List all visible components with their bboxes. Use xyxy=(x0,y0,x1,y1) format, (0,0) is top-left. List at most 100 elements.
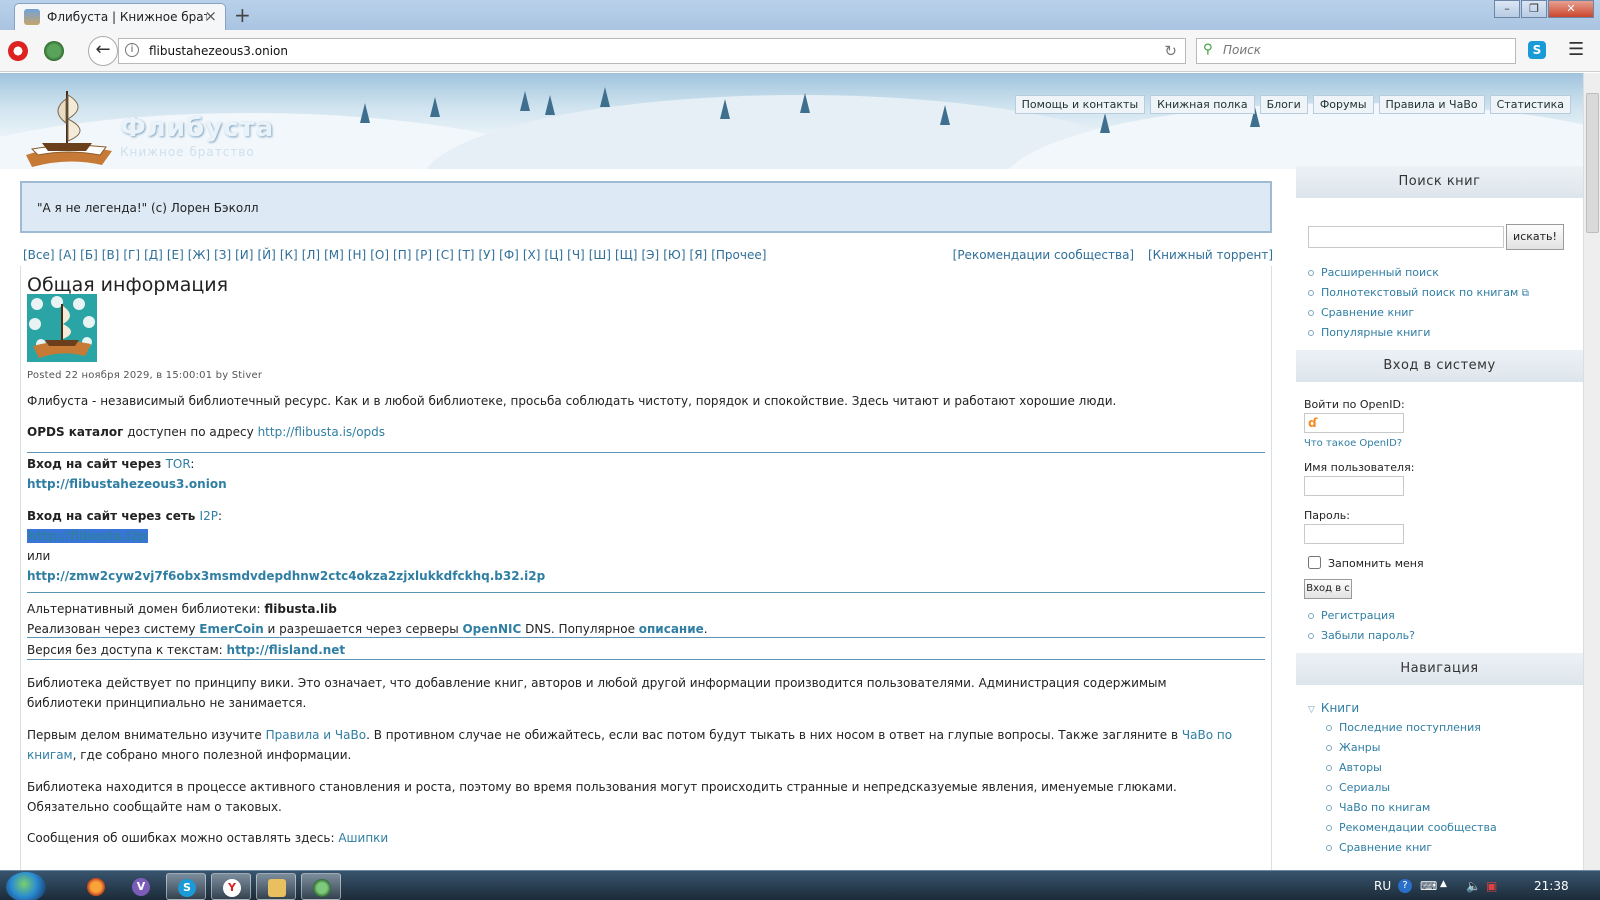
site-logo-ship-icon[interactable] xyxy=(22,85,114,169)
alphabet-letter-link[interactable]: [Ф] xyxy=(499,248,519,262)
alphabet-letter-link[interactable]: [Я] xyxy=(690,248,708,262)
opennic-link[interactable]: OpenNIC xyxy=(462,622,521,636)
faq-books-link-cont[interactable]: книгам xyxy=(27,748,73,762)
alphabet-letter-link[interactable]: [И] xyxy=(235,248,253,262)
alphabet-letter-link[interactable]: [С] xyxy=(436,248,454,262)
compare-books-link[interactable]: Сравнение книг xyxy=(1308,306,1414,319)
alphabet-letter-link[interactable]: [Ш] xyxy=(589,248,611,262)
alphabet-letter-link[interactable]: [П] xyxy=(393,248,411,262)
i2p-url2-link[interactable]: http://zmw2cyw2vj7f6obx3msmdvdepdhnw2ctc… xyxy=(27,569,545,583)
taskbar-yandex[interactable]: Y xyxy=(211,873,251,900)
top-tab-forums[interactable]: Форумы xyxy=(1312,95,1374,114)
alphabet-letter-link[interactable]: [Д] xyxy=(144,248,163,262)
alphabet-letter-link[interactable]: [А] xyxy=(59,248,77,262)
errors-link[interactable]: Ашипки xyxy=(338,831,388,845)
page-scrollbar[interactable] xyxy=(1583,73,1600,870)
network-icon[interactable]: ▣ xyxy=(1486,879,1497,893)
remember-me-checkbox[interactable] xyxy=(1308,556,1321,569)
alphabet-letter-link[interactable]: [З] xyxy=(214,248,231,262)
browser-tab[interactable]: Флибуста | Книжное брат... × xyxy=(14,3,226,30)
nav-latest[interactable]: Последние поступления xyxy=(1326,721,1481,734)
username-field[interactable] xyxy=(1304,476,1404,496)
new-tab-icon[interactable]: + xyxy=(234,3,251,27)
tor-link[interactable]: TOR xyxy=(166,457,191,471)
community-recommendations-link[interactable]: [Рекомендации сообщества] xyxy=(953,248,1134,262)
top-tab-rules[interactable]: Правила и ЧаВо xyxy=(1378,95,1485,114)
alphabet-letter-link[interactable]: [Е] xyxy=(167,248,184,262)
alphabet-letter-link[interactable]: [Л] xyxy=(302,248,320,262)
nav-books[interactable]: ▽ Книги xyxy=(1308,701,1359,715)
alphabet-letter-link[interactable]: [Г] xyxy=(123,248,140,262)
browser-search-box[interactable]: ⚲ xyxy=(1196,38,1516,64)
i2p-url-link[interactable]: http://flibusta.i2p xyxy=(27,529,148,543)
password-field[interactable] xyxy=(1304,524,1404,544)
openid-help-link[interactable]: Что такое OpenID? xyxy=(1304,438,1402,449)
tray-expand-icon[interactable]: ▲ xyxy=(1440,879,1447,889)
login-button[interactable]: Вход в с xyxy=(1304,579,1352,599)
taskbar-viber[interactable]: V xyxy=(121,873,161,900)
book-search-input[interactable] xyxy=(1308,226,1504,248)
taskbar-explorer[interactable] xyxy=(256,873,296,900)
site-name[interactable]: Флибуста xyxy=(120,113,274,143)
tor-url-link[interactable]: http://flibustahezeous3.onion xyxy=(27,477,227,491)
top-tab-bookshelf[interactable]: Книжная полка xyxy=(1150,95,1255,114)
flisland-link[interactable]: http://flisland.net xyxy=(227,643,346,657)
book-torrent-link[interactable]: [Книжный торрент] xyxy=(1148,248,1273,262)
reload-icon[interactable]: ↻ xyxy=(1164,42,1177,60)
alphabet-letter-link[interactable]: [Ч] xyxy=(567,248,585,262)
minimize-button[interactable]: – xyxy=(1494,0,1520,18)
keyboard-icon[interactable]: ⌨ xyxy=(1420,879,1437,893)
clock[interactable]: 21:38 xyxy=(1534,879,1569,893)
advanced-search-link[interactable]: Расширенный поиск xyxy=(1308,266,1439,279)
skype-icon[interactable]: S xyxy=(1528,41,1546,59)
register-link[interactable]: Регистрация xyxy=(1308,609,1395,622)
alphabet-letter-link[interactable]: [Щ] xyxy=(615,248,638,262)
alphabet-letter-link[interactable]: [Все] xyxy=(23,248,55,262)
alphabet-letter-link[interactable]: [Т] xyxy=(458,248,475,262)
alphabet-letter-link[interactable]: [Р] xyxy=(415,248,432,262)
fulltext-search-link[interactable]: Полнотекстовый поиск по книгам ⧉ xyxy=(1308,286,1529,299)
popular-books-link[interactable]: Популярные книги xyxy=(1308,326,1430,339)
forgot-password-link[interactable]: Забыли пароль? xyxy=(1308,629,1415,642)
alphabet-letter-link[interactable]: [Э] xyxy=(641,248,659,262)
description-link[interactable]: описание xyxy=(639,622,704,636)
top-tab-stats[interactable]: Статистика xyxy=(1489,95,1571,114)
nav-series[interactable]: Сериалы xyxy=(1326,781,1390,794)
alphabet-letter-link[interactable]: [В] xyxy=(102,248,120,262)
alphabet-letter-link[interactable]: [Ю] xyxy=(663,248,685,262)
faq-books-link[interactable]: ЧаВо по xyxy=(1182,728,1232,742)
language-indicator[interactable]: RU xyxy=(1374,879,1391,893)
alphabet-letter-link[interactable]: [Ж] xyxy=(188,248,210,262)
taskbar-tor-browser[interactable] xyxy=(301,873,341,900)
nav-genres[interactable]: Жанры xyxy=(1326,741,1380,754)
emercoin-link[interactable]: EmerCoin xyxy=(199,622,263,636)
taskbar-firefox[interactable] xyxy=(76,873,116,900)
start-button[interactable] xyxy=(6,872,46,900)
browser-search-input[interactable] xyxy=(1223,43,1503,57)
maximize-button[interactable]: ❐ xyxy=(1521,0,1547,18)
scrollbar-thumb[interactable] xyxy=(1586,93,1599,233)
opds-link[interactable]: http://flibusta.is/opds xyxy=(258,425,385,439)
top-tab-blogs[interactable]: Блоги xyxy=(1259,95,1308,114)
alphabet-letter-link[interactable]: [Прочее] xyxy=(711,248,766,262)
address-bar[interactable]: i flibustahezeous3.onion ↻ xyxy=(118,38,1186,64)
rules-link[interactable]: Правила и ЧаВо xyxy=(266,728,366,742)
taskbar-skype[interactable]: S xyxy=(166,873,206,900)
addon-icon[interactable] xyxy=(44,41,64,61)
alphabet-letter-link[interactable]: [Б] xyxy=(80,248,98,262)
i2p-link[interactable]: I2P xyxy=(200,509,218,523)
menu-icon[interactable]: ☰ xyxy=(1568,39,1584,60)
alphabet-letter-link[interactable]: [Й] xyxy=(257,248,275,262)
help-icon[interactable]: ? xyxy=(1398,879,1412,893)
alphabet-letter-link[interactable]: [Н] xyxy=(348,248,366,262)
alphabet-letter-link[interactable]: [Ц] xyxy=(544,248,563,262)
top-tab-help[interactable]: Помощь и контакты xyxy=(1014,95,1146,114)
close-window-button[interactable]: ✕ xyxy=(1548,0,1594,18)
info-icon[interactable]: i xyxy=(125,43,139,57)
alphabet-letter-link[interactable]: [К] xyxy=(280,248,298,262)
book-search-button[interactable]: искать! xyxy=(1506,224,1564,250)
url-text[interactable]: flibustahezeous3.onion xyxy=(149,44,288,58)
nav-recommendations[interactable]: Рекомендации сообщества xyxy=(1326,821,1497,834)
alphabet-letter-link[interactable]: [О] xyxy=(370,248,389,262)
tab-close-icon[interactable]: × xyxy=(204,7,217,25)
